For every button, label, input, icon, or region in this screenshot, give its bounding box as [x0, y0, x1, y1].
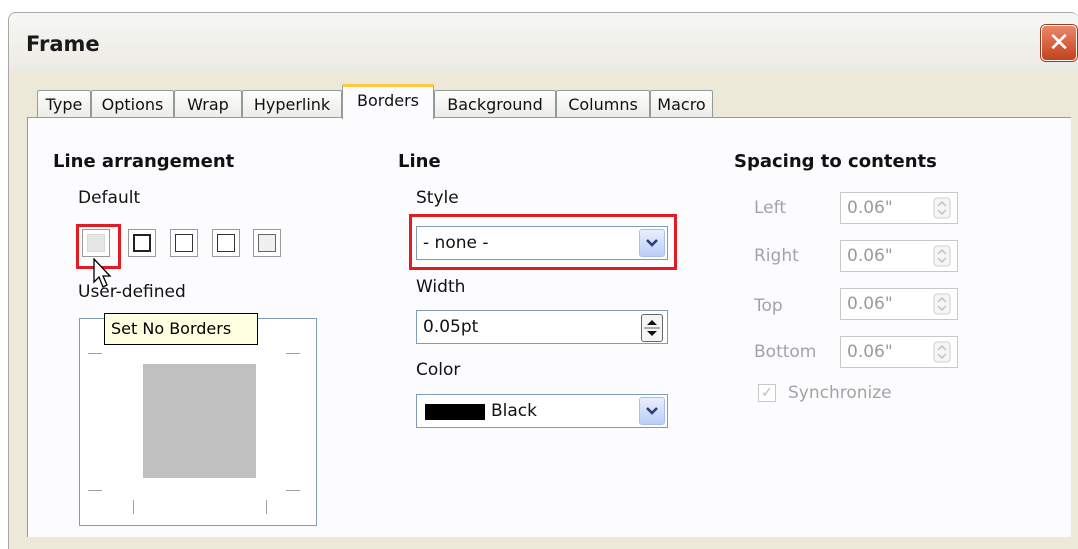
color-swatch — [425, 404, 485, 420]
spinner-icon — [933, 197, 951, 219]
style-label: Style — [416, 188, 459, 208]
spacing-bottom-field[interactable]: 0.06" — [840, 336, 958, 368]
preset-outer-border[interactable] — [128, 229, 156, 257]
spacing-heading: Spacing to contents — [734, 151, 937, 172]
synchronize-checkbox[interactable]: ✓ — [758, 384, 776, 402]
spacing-bottom-value: 0.06" — [847, 342, 893, 362]
width-label: Width — [416, 277, 466, 297]
tab-background[interactable]: Background — [434, 90, 556, 118]
close-icon: ✕ — [1048, 28, 1070, 58]
spacing-left-label: Left — [754, 198, 786, 218]
synchronize-label: Synchronize — [788, 383, 892, 403]
highlight-style-dropdown — [409, 214, 677, 270]
user-defined-border-preview[interactable] — [79, 318, 317, 526]
spacing-top-value: 0.06" — [847, 294, 893, 314]
spinner-icon — [933, 341, 951, 363]
line-arrangement-heading: Line arrangement — [53, 151, 235, 172]
preset-outer-border-shadow[interactable] — [212, 229, 240, 257]
spacing-left-value: 0.06" — [847, 198, 893, 218]
width-value: 0.05pt — [423, 317, 479, 337]
corner-tick — [266, 500, 267, 514]
color-dropdown[interactable]: Black — [416, 394, 668, 428]
chevron-down-icon[interactable] — [639, 397, 665, 425]
spacing-right-value: 0.06" — [847, 246, 893, 266]
spacing-top-field[interactable]: 0.06" — [840, 288, 958, 320]
tab-hyperlink[interactable]: Hyperlink — [242, 90, 342, 118]
corner-tick — [133, 500, 134, 514]
spacing-right-field[interactable]: 0.06" — [840, 240, 958, 272]
corner-tick — [286, 490, 300, 491]
spacing-top-label: Top — [754, 296, 783, 316]
tab-macro[interactable]: Macro — [650, 90, 713, 118]
default-label: Default — [78, 188, 141, 208]
color-label: Color — [416, 360, 461, 380]
tab-type[interactable]: Type — [37, 90, 91, 118]
tooltip: Set No Borders — [104, 313, 258, 345]
close-button[interactable]: ✕ — [1041, 25, 1077, 61]
spacing-bottom-label: Bottom — [754, 342, 817, 362]
spacing-left-field[interactable]: 0.06" — [840, 192, 958, 224]
preset-left-right-border[interactable] — [253, 229, 281, 257]
title-bar[interactable]: Frame ✕ — [9, 13, 1078, 71]
color-value: Black — [491, 401, 537, 421]
preset-outer-border-thin[interactable] — [170, 229, 198, 257]
tab-borders[interactable]: Borders — [342, 84, 434, 119]
spinner-icon — [933, 293, 951, 315]
dialog-title: Frame — [26, 32, 100, 56]
tab-options[interactable]: Options — [91, 90, 174, 118]
line-heading: Line — [398, 151, 441, 172]
mouse-cursor-icon — [93, 258, 112, 288]
corner-tick — [88, 490, 102, 491]
width-spinner-buttons[interactable] — [641, 314, 663, 342]
spacing-right-label: Right — [754, 246, 799, 266]
corner-tick — [286, 353, 300, 354]
corner-tick — [88, 353, 102, 354]
spinner-icon — [933, 245, 951, 267]
tab-columns[interactable]: Columns — [556, 90, 650, 118]
preview-content-area — [143, 364, 256, 478]
width-spinbox[interactable]: 0.05pt — [416, 310, 668, 344]
tab-wrap[interactable]: Wrap — [174, 90, 242, 118]
